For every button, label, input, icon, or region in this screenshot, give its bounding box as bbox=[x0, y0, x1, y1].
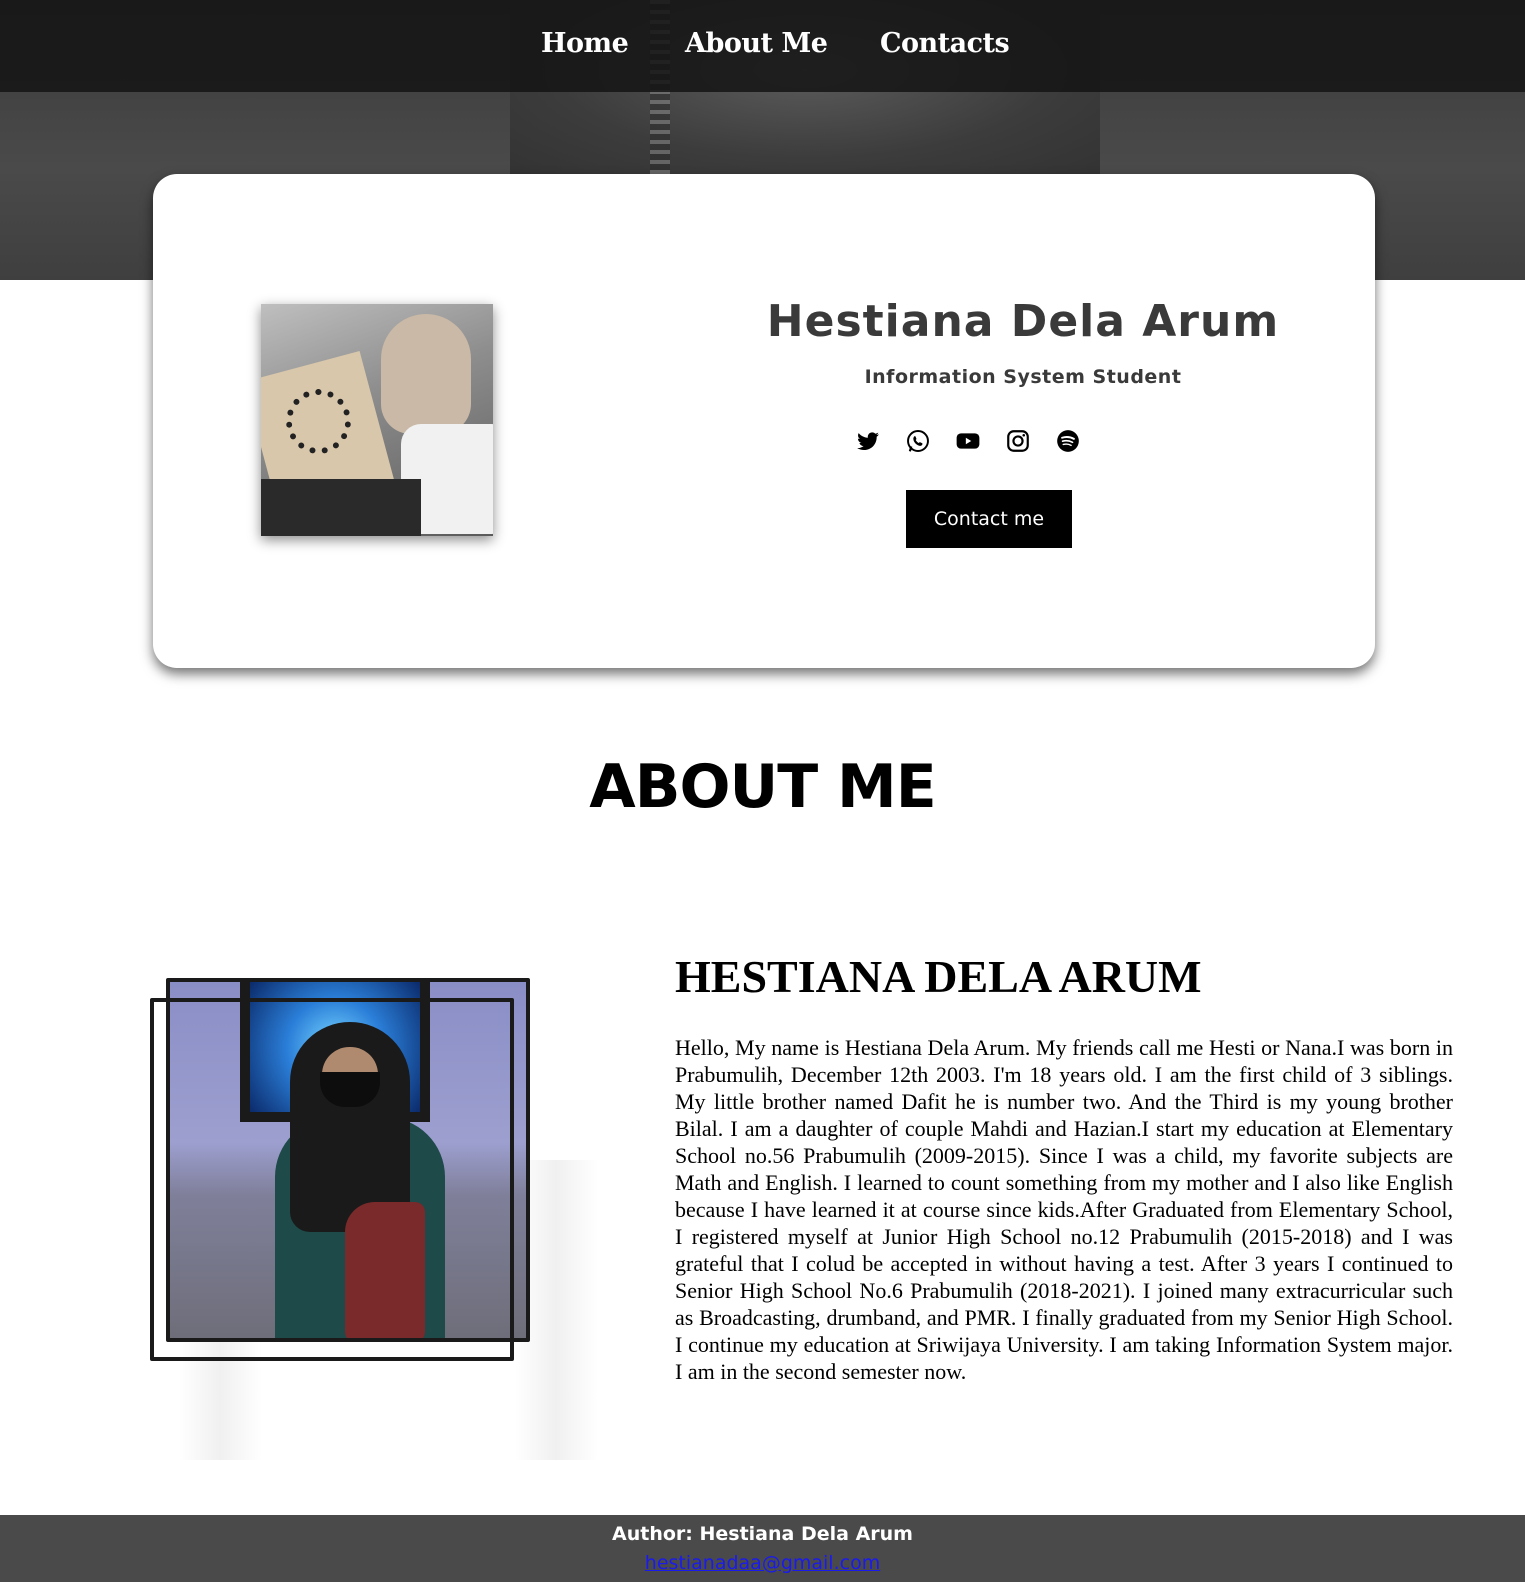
footer-author: Author: Hestiana Dela Arum bbox=[612, 1523, 913, 1545]
nav-about-link[interactable]: About Me bbox=[685, 28, 828, 59]
profile-card: Hestiana Dela Arum Information System St… bbox=[153, 174, 1375, 668]
youtube-icon[interactable] bbox=[955, 428, 981, 454]
twitter-icon[interactable] bbox=[855, 428, 881, 454]
profile-photo bbox=[261, 304, 493, 536]
footer-email-link[interactable]: hestianadaa@gmail.com bbox=[0, 1552, 1525, 1574]
about-heading: ABOUT ME bbox=[589, 752, 936, 822]
contact-me-button[interactable]: Contact me bbox=[906, 490, 1072, 548]
profile-name: Hestiana Dela Arum bbox=[766, 296, 1280, 347]
footer: Author: Hestiana Dela Arum hestianadaa@g… bbox=[0, 1515, 1525, 1582]
whatsapp-icon[interactable] bbox=[905, 428, 931, 454]
spotify-icon[interactable] bbox=[1055, 428, 1081, 454]
instagram-icon[interactable] bbox=[1005, 428, 1031, 454]
about-name: HESTIANA DELA ARUM bbox=[675, 951, 1202, 1002]
about-text: Hello, My name is Hestiana Dela Arum. My… bbox=[675, 1035, 1453, 1384]
nav-home-link[interactable]: Home bbox=[541, 28, 629, 59]
about-photo-frame-front bbox=[150, 998, 514, 1361]
navbar: Home About Me Contacts bbox=[0, 0, 1525, 92]
nav-contacts-link[interactable]: Contacts bbox=[880, 28, 1010, 59]
profile-subtitle: Information System Student bbox=[864, 366, 1182, 388]
social-links bbox=[855, 428, 1095, 456]
